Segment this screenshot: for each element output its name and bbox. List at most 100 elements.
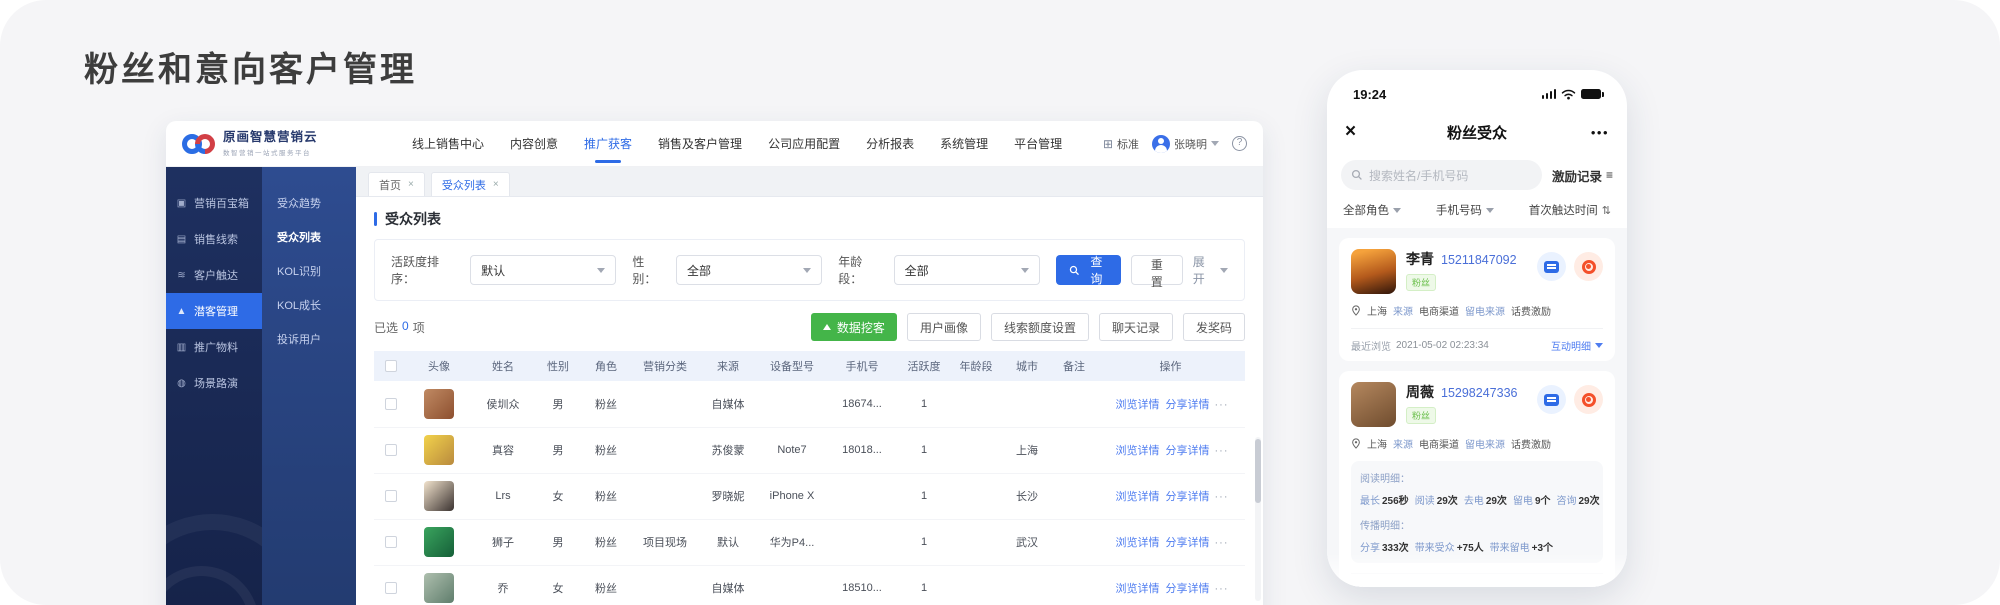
nav-item-system[interactable]: 系统管理 [940,121,988,167]
nav-item-app-config[interactable]: 公司应用配置 [768,121,840,167]
sidebar-item-roadshow[interactable]: ◍场景路演 [166,365,262,401]
close-icon[interactable]: × [408,179,414,190]
brand-logo-icon [182,134,215,154]
row-checkbox[interactable] [385,536,397,548]
lead-source-label: 留电来源 [1465,436,1505,451]
gender-select[interactable]: 全部 [676,255,822,285]
user-menu[interactable]: 张晓明 [1152,135,1219,153]
view-detail-link[interactable]: 浏览详情 [1116,399,1160,411]
chat-button[interactable] [1537,385,1566,414]
data-mining-button[interactable]: 数据挖客 [811,313,897,341]
search-input[interactable]: 搜索姓名/手机号码 [1341,160,1542,190]
reward-code-button[interactable]: 发奖码 [1183,313,1245,341]
close-icon[interactable]: × [493,179,499,190]
tab-audience-list[interactable]: 受众列表× [431,172,510,196]
contact-phone[interactable]: 15298247336 [1441,386,1517,400]
chevron-down-icon [1211,141,1219,146]
sort-select[interactable]: 默认 [470,255,616,285]
phone-number-filter[interactable]: 手机号码 [1436,202,1494,218]
workspace-label: 标准 [1117,136,1139,152]
vertical-scrollbar[interactable] [1255,437,1261,601]
view-detail-link[interactable]: 浏览详情 [1116,491,1160,503]
row-checkbox[interactable] [385,582,397,594]
more-menu-icon[interactable]: ••• [1591,125,1609,140]
cell-phone: 18510... [826,565,898,605]
help-icon[interactable]: ? [1232,136,1247,151]
more-actions-icon[interactable]: ··· [1215,399,1229,411]
expand-toggle[interactable]: 展开 [1193,253,1228,287]
cell-note [1052,565,1096,605]
row-checkbox[interactable] [385,444,397,456]
call-record-button[interactable] [1574,252,1603,281]
submenu-complaint-users[interactable]: 投诉用户 [262,323,356,357]
sidebar-item-leads[interactable]: ▤销售线索 [166,221,262,257]
submenu-kol-growth[interactable]: KOL成长 [262,289,356,323]
submenu-kol-identify[interactable]: KOL识别 [262,255,356,289]
view-detail-link[interactable]: 浏览详情 [1116,583,1160,595]
share-detail-link[interactable]: 分享详情 [1166,399,1210,411]
sidebar-item-reach[interactable]: ≋客户触达 [166,257,262,293]
nav-item-analytics[interactable]: 分析报表 [866,121,914,167]
table-header-row: 头像 姓名 性别 角色 营销分类 来源 设备型号 手机号 活跃度 年龄段 城市 [374,351,1245,381]
nav-item-platform[interactable]: 平台管理 [1014,121,1062,167]
cell-source: 默认 [698,519,758,565]
nav-item-sales-crm[interactable]: 销售及客户管理 [658,121,742,167]
sidebar-item-materials[interactable]: ▥推广物料 [166,329,262,365]
audience-card[interactable]: 周薇 15298247336 粉丝 上海 来源 电商渠道 留电来源 [1339,371,1615,587]
audience-card[interactable]: 李青 15211847092 粉丝 上海 来源 电商渠道 留电来源 [1339,238,1615,361]
table-row: 狮子 男 粉丝 项目现场 默认 华为P4... 1 武汉 [374,519,1245,565]
chat-record-button[interactable]: 聊天记录 [1099,313,1173,341]
fan-badge: 粉丝 [1406,274,1436,291]
top-nav: 线上销售中心 内容创意 推广获客 销售及客户管理 公司应用配置 分析报表 系统管… [412,121,1103,167]
interaction-detail-toggle[interactable]: 互动明细 [1551,338,1603,353]
sidebar-item-prospects[interactable]: ▲潜客管理 [166,293,262,329]
cell-age [950,427,1002,473]
view-detail-link[interactable]: 浏览详情 [1116,537,1160,549]
sidebar-item-toolbox[interactable]: ▣营销百宝箱 [166,185,262,221]
incentive-record-link[interactable]: 激励记录 ≡ [1552,166,1613,185]
nav-item-promotion[interactable]: 推广获客 [584,121,632,167]
tab-home[interactable]: 首页× [368,172,425,196]
recent-label: 最近浏览 [1351,338,1391,353]
phone-status-bar: 19:24 [1327,70,1627,112]
role-filter[interactable]: 全部角色 [1343,202,1401,218]
more-actions-icon[interactable]: ··· [1215,445,1229,457]
more-actions-icon[interactable]: ··· [1215,537,1229,549]
submenu-audience-list[interactable]: 受众列表 [262,221,356,255]
submenu-audience-trend[interactable]: 受众趋势 [262,187,356,221]
share-detail-link[interactable]: 分享详情 [1166,537,1210,549]
workspace-switcher[interactable]: ⊞ 标准 [1103,136,1139,152]
select-all-checkbox[interactable] [385,360,397,372]
call-record-button[interactable] [1574,385,1603,414]
contact-phone[interactable]: 15211847092 [1441,253,1517,267]
share-detail-link[interactable]: 分享详情 [1166,583,1210,595]
row-checkbox[interactable] [385,398,397,410]
query-button[interactable]: 查询 [1056,255,1121,285]
view-detail-link[interactable]: 浏览详情 [1116,445,1160,457]
interaction-detail-toggle[interactable]: 互动明细 [1551,583,1603,588]
first-touch-sort[interactable]: 首次触达时间⇅ [1529,202,1611,218]
chat-button[interactable] [1537,252,1566,281]
more-actions-icon[interactable]: ··· [1215,491,1229,503]
row-checkbox[interactable] [385,490,397,502]
cell-activity: 1 [898,565,950,605]
lead-quota-button[interactable]: 线索额度设置 [991,313,1089,341]
user-portrait-button[interactable]: 用户画像 [907,313,981,341]
read-stats: 最长256秒 阅读29次 去电29次 留电9个 咨询29次 [1360,492,1594,507]
sidebar-item-label: 推广物料 [194,339,238,355]
share-detail-link[interactable]: 分享详情 [1166,491,1210,503]
button-label: 数据挖客 [837,319,885,336]
cell-gender: 男 [536,519,580,565]
stat-label: 最长 [1360,492,1380,507]
col-note: 备注 [1052,351,1096,381]
more-actions-icon[interactable]: ··· [1215,583,1229,595]
nav-item-content[interactable]: 内容创意 [510,121,558,167]
source-value: 电商渠道 [1419,436,1459,451]
nav-item-online-sales[interactable]: 线上销售中心 [412,121,484,167]
close-icon[interactable]: × [1345,121,1356,143]
age-select[interactable]: 全部 [894,255,1040,285]
cell-phone: 18674... [826,381,898,427]
reset-button[interactable]: 重置 [1131,255,1183,285]
share-detail-link[interactable]: 分享详情 [1166,445,1210,457]
cell-role: 粉丝 [580,381,632,427]
